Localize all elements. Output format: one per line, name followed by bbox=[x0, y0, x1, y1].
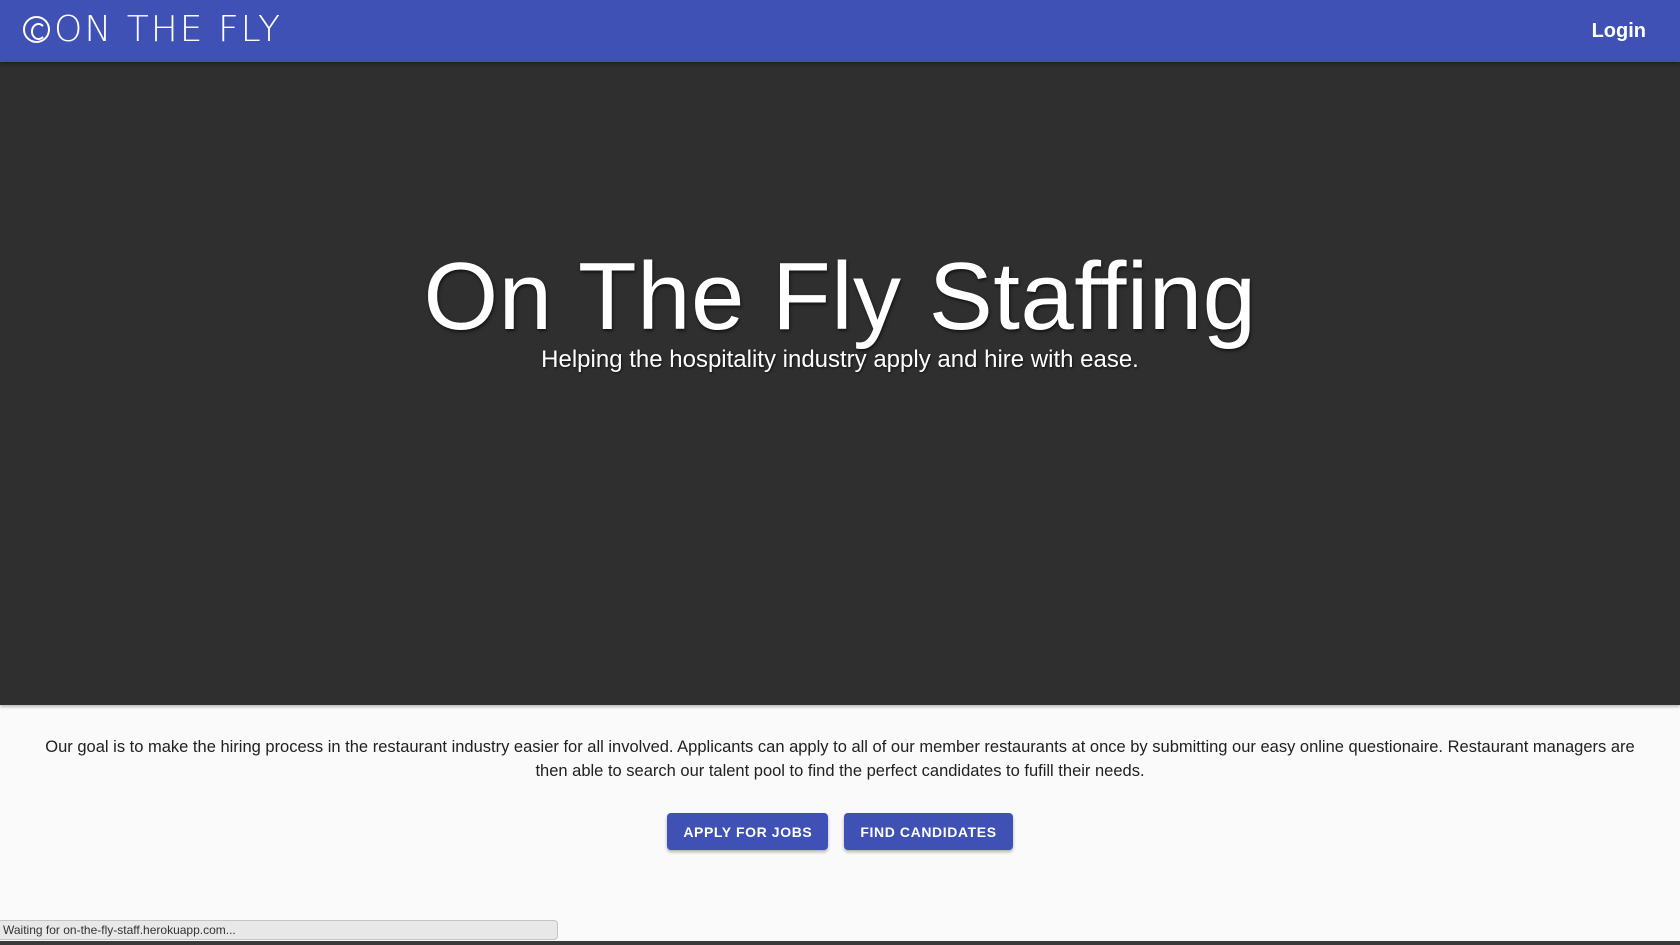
logo[interactable]: ON THE FLY bbox=[23, 6, 282, 52]
browser-status-bar: Waiting for on-the-fly-staff.herokuapp.c… bbox=[0, 920, 558, 940]
action-buttons: APPLY FOR JOBS FIND CANDIDATES bbox=[0, 813, 1680, 850]
window-bottom-edge bbox=[0, 941, 1680, 945]
hero-banner: On The Fly Staffing Helping the hospital… bbox=[0, 62, 1680, 705]
login-button[interactable]: Login bbox=[1582, 12, 1656, 50]
hero-subtitle: Helping the hospitality industry apply a… bbox=[541, 346, 1139, 373]
apply-for-jobs-button[interactable]: APPLY FOR JOBS bbox=[667, 813, 829, 850]
app-bar: ON THE FLY Login bbox=[0, 0, 1680, 62]
hero-title: On The Fly Staffing bbox=[423, 243, 1257, 350]
intro-text: Our goal is to make the hiring process i… bbox=[45, 738, 1635, 780]
logo-c-icon bbox=[23, 15, 50, 43]
find-candidates-button[interactable]: FIND CANDIDATES bbox=[844, 813, 1013, 850]
logo-text: ON THE FLY bbox=[54, 8, 282, 50]
